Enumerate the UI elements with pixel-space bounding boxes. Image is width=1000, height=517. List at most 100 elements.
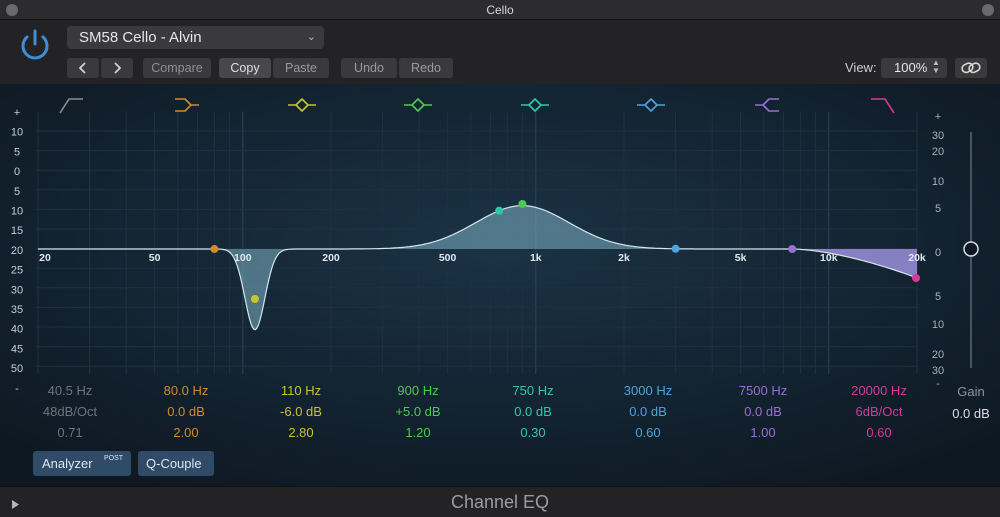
band-7-q[interactable]: 1.00 — [713, 425, 813, 440]
gain-label: Gain — [957, 384, 985, 399]
left-scale-label: 45 — [11, 343, 23, 355]
left-scale-label: 25 — [11, 265, 23, 277]
power-button[interactable] — [16, 26, 54, 64]
frequency-label: 50 — [149, 252, 161, 264]
right-scale-label: 20 — [932, 146, 944, 158]
frequency-label: 100 — [234, 252, 252, 264]
frequency-label: 500 — [439, 252, 457, 264]
band-3-q[interactable]: 2.80 — [251, 425, 351, 440]
plugin-name: Channel EQ — [450, 492, 550, 512]
left-scale-label: 20 — [11, 245, 23, 257]
left-scale-label: 10 — [11, 206, 23, 218]
plugin-footer: Channel EQ — [0, 486, 1000, 517]
band-handle[interactable] — [518, 200, 527, 208]
analyzer-label: Analyzer — [42, 456, 93, 471]
left-scale-label: - — [15, 383, 19, 395]
band-1-q[interactable]: 0.71 — [20, 425, 120, 440]
band-1-gain[interactable]: 48dB/Oct — [20, 404, 120, 419]
right-scale-label: 5 — [935, 291, 941, 303]
band-6-q[interactable]: 0.60 — [598, 425, 698, 440]
right-scale-label: 10 — [932, 319, 944, 331]
band-6-gain[interactable]: 0.0 dB — [598, 404, 698, 419]
band-2-freq[interactable]: 80.0 Hz — [136, 383, 236, 398]
band-handle[interactable] — [250, 295, 259, 303]
left-scale-label: 0 — [14, 166, 20, 178]
band-5-gain[interactable]: 0.0 dB — [483, 404, 583, 419]
plugin-header: SM58 Cello - Alvin ⌄ Compare Copy Paste … — [0, 20, 1000, 84]
power-icon — [21, 29, 49, 60]
band-4-gain[interactable]: +5.0 dB — [368, 404, 468, 419]
window-title: Cello — [486, 3, 514, 17]
band-5-freq[interactable]: 750 Hz — [483, 383, 583, 398]
band-2-q[interactable]: 2.00 — [136, 425, 236, 440]
band-7-gain[interactable]: 0.0 dB — [713, 404, 813, 419]
right-scale-label: + — [935, 111, 941, 123]
title-bar: Cello — [0, 0, 1000, 20]
q-couple-button[interactable]: Q-Couple — [138, 451, 214, 476]
left-scale-label: + — [14, 107, 20, 119]
analyzer-button[interactable]: Analyzer POST — [33, 451, 131, 476]
redo-button[interactable]: Redo — [399, 58, 453, 78]
zoom-select[interactable]: 100% ▲ ▼ — [881, 58, 947, 78]
left-scale-label: 5 — [14, 186, 20, 198]
eq-graph[interactable]: 20 50 100 200 500 1k 2k 5k 10k 20k +10 5 0 5 10 15 20 25… — [0, 84, 1000, 486]
frequency-label: 200 — [322, 252, 340, 264]
undo-button[interactable]: Undo — [341, 58, 397, 78]
chevron-down-icon: ⌄ — [306, 31, 316, 43]
left-scale-label: 10 — [11, 127, 23, 139]
right-scale-label: - — [936, 378, 940, 390]
gain-value[interactable]: 0.0 dB — [943, 406, 999, 421]
preset-name: SM58 Cello - Alvin — [79, 29, 202, 46]
left-scale-label: 30 — [11, 284, 23, 296]
right-scale-label: 10 — [932, 176, 944, 188]
frequency-label: 20 — [39, 252, 51, 264]
band-8-q[interactable]: 0.60 — [829, 425, 929, 440]
compare-button[interactable]: Compare — [143, 58, 211, 78]
q-couple-label: Q-Couple — [146, 456, 202, 471]
band-3-freq[interactable]: 110 Hz — [251, 383, 351, 398]
band-4-q[interactable]: 1.20 — [368, 425, 468, 440]
band-1-freq[interactable]: 40.5 Hz — [20, 383, 120, 398]
link-icon — [961, 62, 981, 74]
left-scale-label: 15 — [11, 225, 23, 237]
gain-slider-knob[interactable] — [963, 241, 979, 257]
left-scale-label: 35 — [11, 304, 23, 316]
band-handle[interactable] — [671, 244, 680, 253]
left-scale-label: 5 — [14, 146, 20, 158]
preset-menu[interactable]: SM58 Cello - Alvin ⌄ — [67, 26, 324, 49]
band-8-freq[interactable]: 20000 Hz — [829, 383, 929, 398]
right-scale-label: 30 — [932, 365, 944, 377]
frequency-label: 1k — [530, 252, 542, 264]
link-button[interactable] — [955, 58, 987, 78]
band-3-gain[interactable]: -6.0 dB — [251, 404, 351, 419]
left-scale-label: 40 — [11, 324, 23, 336]
view-label: View: — [845, 60, 877, 75]
back-button[interactable] — [67, 58, 99, 78]
band-8-gain[interactable]: 6dB/Oct — [829, 404, 929, 419]
right-scale-label: 5 — [935, 203, 941, 215]
forward-button[interactable] — [101, 58, 133, 78]
stepper-icon: ▲ ▼ — [932, 58, 940, 75]
frequency-label: 10k — [820, 252, 838, 264]
window-control-button[interactable] — [982, 4, 994, 16]
band-5-q[interactable]: 0.30 — [483, 425, 583, 440]
right-scale-label: 0 — [935, 247, 941, 259]
band-4-freq[interactable]: 900 Hz — [368, 383, 468, 398]
right-scale-label: 30 — [932, 130, 944, 142]
copy-button[interactable]: Copy — [219, 58, 271, 78]
frequency-label: 2k — [618, 252, 630, 264]
frequency-label: 5k — [735, 252, 747, 264]
frequency-label: 20k — [908, 252, 926, 264]
chevron-right-icon — [114, 62, 122, 74]
band-handle[interactable] — [210, 245, 219, 254]
zoom-value: 100% — [894, 60, 928, 75]
band-handle[interactable] — [495, 206, 504, 215]
band-2-gain[interactable]: 0.0 dB — [136, 404, 236, 419]
band-6-freq[interactable]: 3000 Hz — [598, 383, 698, 398]
analyzer-badge: POST — [104, 455, 124, 462]
left-scale-label: 50 — [11, 363, 23, 375]
band-handle[interactable] — [788, 245, 797, 253]
paste-button[interactable]: Paste — [273, 58, 329, 78]
band-7-freq[interactable]: 7500 Hz — [713, 383, 813, 398]
band-handle[interactable] — [912, 274, 920, 282]
